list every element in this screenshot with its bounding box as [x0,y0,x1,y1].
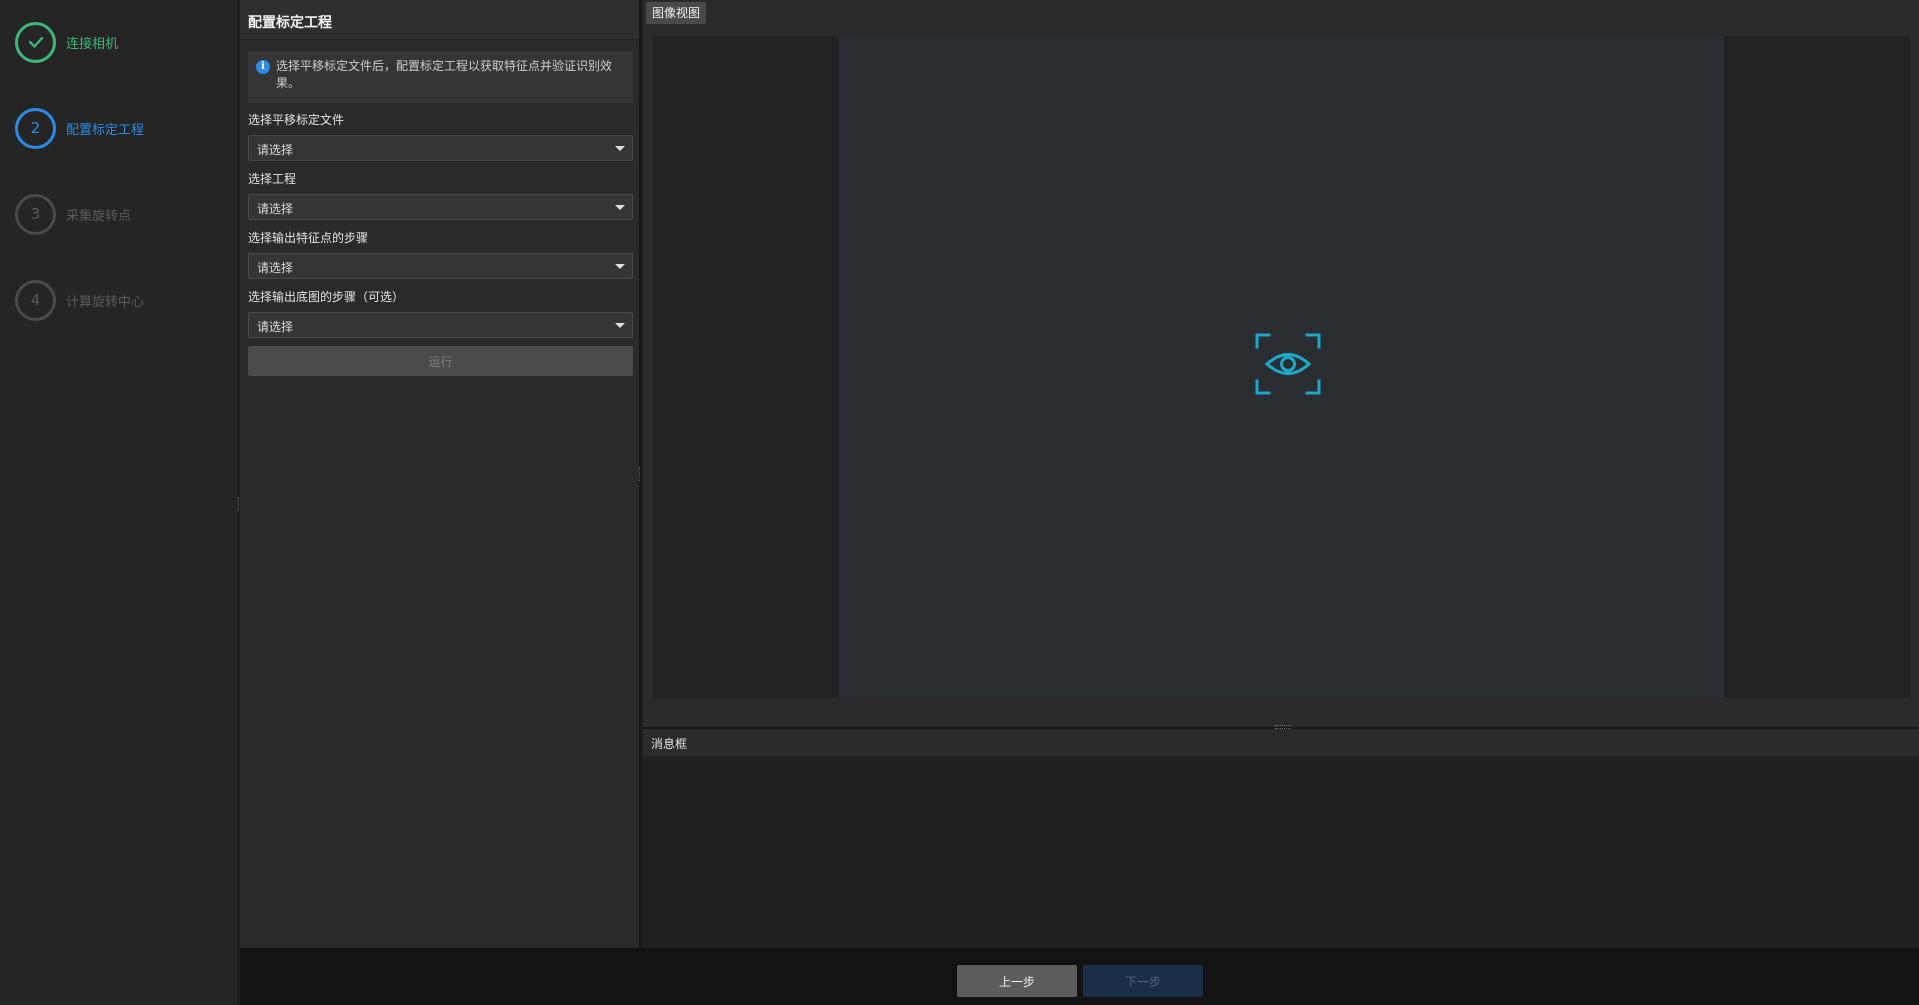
footer-bar: 上一步 下一步 [240,948,1919,1005]
field-label: 选择平移标定文件 [248,113,345,127]
base-image-step-select[interactable]: 请选择 [248,312,633,338]
step-connect-camera[interactable]: 连接相机 [15,21,118,63]
run-button[interactable]: 运行 [248,346,633,376]
panel-title: 配置标定工程 [240,0,639,40]
field-label: 选择输出特征点的步骤 [248,231,369,245]
step-number: 4 [15,279,56,321]
caret-down-icon [615,323,625,328]
config-panel: 配置标定工程 i 选择平移标定文件后，配置标定工程以获取特征点并验证识别效果。 … [240,0,641,948]
select-value: 请选择 [257,261,294,275]
info-icon: i [256,60,270,74]
wizard-steps: 连接相机 2 配置标定工程 3 采集旋转点 4 计算旋转中心 [0,0,239,1005]
image-canvas[interactable] [653,36,1910,698]
tab-image-view[interactable]: 图像视图 [646,2,707,24]
caret-down-icon [615,264,625,269]
field-label: 选择工程 [248,172,297,186]
message-title: 消息框 [643,729,1919,756]
step-config-project[interactable]: 2 配置标定工程 [15,107,144,149]
step-number: 2 [15,107,56,149]
caret-down-icon [615,146,625,151]
project-select[interactable]: 请选择 [248,194,633,220]
eye-scan-icon [1255,333,1321,395]
step-label: 计算旋转中心 [66,294,145,310]
next-step-button[interactable]: 下一步 [1083,965,1203,997]
image-area [839,36,1724,698]
select-value: 请选择 [257,202,294,216]
step-label: 采集旋转点 [66,208,132,224]
step-collect-rotation-points[interactable]: 3 采集旋转点 [15,193,131,235]
prev-step-button[interactable]: 上一步 [957,965,1077,997]
step-label: 连接相机 [66,36,119,52]
translation-calib-file-select[interactable]: 请选择 [248,135,633,161]
panel-splitter[interactable] [639,467,641,481]
info-text: 选择平移标定文件后，配置标定工程以获取特征点并验证识别效果。 [276,59,613,90]
feature-step-select[interactable]: 请选择 [248,253,633,279]
step-label: 配置标定工程 [66,122,145,138]
check-icon [15,21,56,63]
select-value: 请选择 [257,143,294,157]
info-box: i 选择平移标定文件后，配置标定工程以获取特征点并验证识别效果。 [248,51,633,103]
field-label: 选择输出底图的步骤（可选） [248,290,405,304]
image-view-panel: 图像视图 [643,0,1919,729]
step-number: 3 [15,193,56,235]
message-panel: 消息框 [643,729,1919,948]
step-compute-rotation-center[interactable]: 4 计算旋转中心 [15,279,144,321]
select-value: 请选择 [257,320,294,334]
caret-down-icon [615,205,625,210]
